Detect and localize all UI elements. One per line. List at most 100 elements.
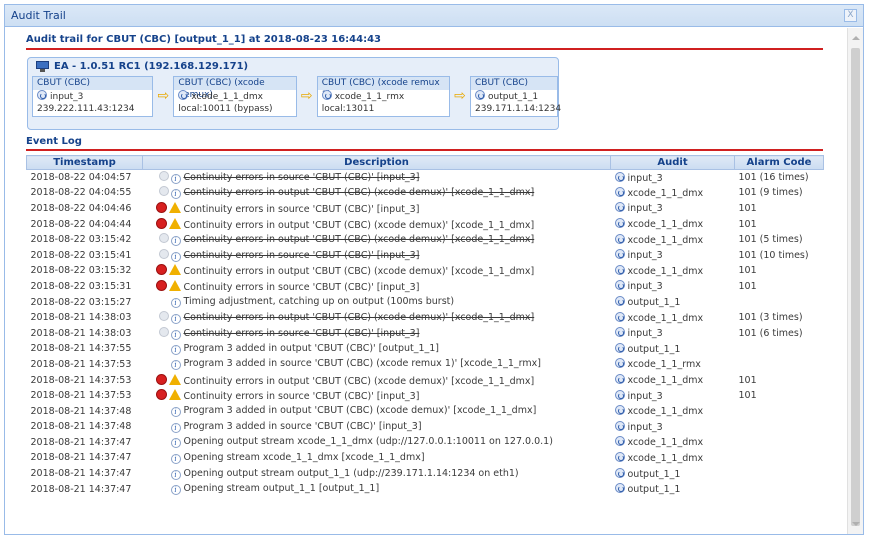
audit-link[interactable]: xcode_1_1_dmx [628, 235, 704, 246]
stream-node[interactable]: CBUT (CBC) (xcode remux 1) xcode_1_1_rmx… [316, 76, 451, 117]
audit-link[interactable]: input_3 [628, 250, 663, 261]
audit-link[interactable]: xcode_1_1_dmx [628, 453, 704, 464]
stream-icon [614, 358, 625, 369]
audit-cell[interactable]: input_3 [611, 201, 735, 217]
scrollbar-thumb[interactable] [851, 48, 860, 526]
description-text: Continuity errors in output 'CBUT (CBC) … [183, 312, 535, 324]
info-icon: i [170, 422, 181, 433]
alarm-code-cell: 101 (6 times) [738, 327, 803, 339]
audit-cell[interactable]: input_3 [611, 419, 735, 435]
audit-cell[interactable]: input_3 [611, 388, 735, 404]
description-cell: i Continuity errors in source 'CBUT (CBC)… [143, 247, 611, 263]
audit-cell[interactable]: input_3 [611, 170, 735, 186]
audit-cell[interactable]: xcode_1_1_rmx [611, 357, 735, 373]
audit-link[interactable]: xcode_1_1_dmx [628, 266, 704, 277]
server-label: EA - 1.0.51 RC1 (192.168.129.171) [54, 60, 249, 72]
audit-link[interactable]: input_3 [628, 328, 663, 339]
audit-cell[interactable]: xcode_1_1_dmx [611, 403, 735, 419]
table-row[interactable]: 2018-08-21 14:38:03 i Continuity errors in… [27, 310, 824, 326]
audit-link[interactable]: xcode_1_1_dmx [628, 437, 704, 448]
audit-link[interactable]: xcode_1_1_dmx [628, 188, 704, 199]
audit-cell[interactable]: input_3 [611, 247, 735, 263]
audit-cell[interactable]: xcode_1_1_dmx [611, 310, 735, 326]
table-row[interactable]: 2018-08-21 14:37:53 i Program 3 added in s… [27, 357, 824, 373]
vertical-scrollbar[interactable] [847, 28, 863, 534]
column-header-timestamp[interactable]: Timestamp [26, 155, 143, 170]
stream-icon [614, 389, 625, 400]
stream-icon [614, 420, 625, 431]
description-text: Continuity errors in source 'CBUT (CBC)'… [183, 391, 420, 403]
table-row[interactable]: 2018-08-21 14:37:48 i Program 3 added in o… [27, 403, 824, 419]
audit-heading: Audit trail for CBUT (CBC) [output_1_1] … [26, 34, 823, 50]
audit-link[interactable]: xcode_1_1_rmx [628, 359, 701, 370]
audit-cell[interactable]: input_3 [611, 279, 735, 295]
audit-link[interactable]: input_3 [628, 281, 663, 292]
timestamp-cell: 2018-08-21 14:37:53 [30, 390, 132, 402]
table-row[interactable]: 2018-08-21 14:37:47 i Opening output strea… [27, 466, 824, 482]
description-text: Opening output stream output_1_1 (udp://… [183, 467, 519, 479]
audit-cell[interactable]: xcode_1_1_dmx [611, 232, 735, 248]
table-row[interactable]: 2018-08-21 14:37:53 Continuity errors in … [27, 388, 824, 404]
table-row[interactable]: 2018-08-22 03:15:31 Continuity errors in … [27, 279, 824, 295]
table-row[interactable]: 2018-08-21 14:37:53 Continuity errors in … [27, 372, 824, 388]
audit-link[interactable]: xcode_1_1_dmx [628, 219, 704, 230]
timestamp-cell: 2018-08-21 14:37:53 [30, 374, 132, 386]
table-header-row: Timestamp Description Audit Alarm Code [26, 155, 824, 170]
timestamp-cell: 2018-08-21 14:37:48 [30, 405, 132, 417]
audit-link[interactable]: xcode_1_1_dmx [628, 406, 704, 417]
table-row[interactable]: 2018-08-22 03:15:41 i Continuity errors in… [27, 247, 824, 263]
description-text: Continuity errors in source 'CBUT (CBC)'… [183, 203, 420, 215]
table-row[interactable]: 2018-08-22 04:04:44 Continuity errors in … [27, 216, 824, 232]
column-header-audit[interactable]: Audit [610, 155, 735, 170]
scroll-up-arrow-icon[interactable] [852, 36, 860, 40]
audit-cell[interactable]: output_1_1 [611, 294, 735, 310]
table-row[interactable]: 2018-08-21 14:37:48 i Program 3 added in s… [27, 419, 824, 435]
stream-node[interactable]: CBUT (CBC) (xcode demux) xcode_1_1_dmx l… [173, 76, 297, 117]
close-button[interactable]: X [844, 9, 857, 22]
audit-link[interactable]: input_3 [628, 203, 663, 214]
table-row[interactable]: 2018-08-21 14:38:03 i Continuity errors in… [27, 325, 824, 341]
column-header-alarm-code[interactable]: Alarm Code [734, 155, 824, 170]
table-row[interactable]: 2018-08-21 14:37:55 i Program 3 added in o… [27, 341, 824, 357]
stream-node-name: xcode_1_1_rmx [334, 92, 405, 102]
table-row[interactable]: 2018-08-22 04:04:46 Continuity errors in … [27, 201, 824, 217]
table-row[interactable]: 2018-08-21 14:37:47 i Opening stream xcode… [27, 450, 824, 466]
stream-node[interactable]: CBUT (CBC) output_1_1 239.171.1.14:1234 [470, 76, 561, 117]
table-row[interactable]: 2018-08-22 03:15:32 Continuity errors in … [27, 263, 824, 279]
audit-link[interactable]: output_1_1 [628, 344, 681, 355]
audit-link[interactable]: output_1_1 [628, 297, 681, 308]
audit-cell[interactable]: xcode_1_1_dmx [611, 263, 735, 279]
audit-cell[interactable]: xcode_1_1_dmx [611, 216, 735, 232]
audit-link[interactable]: input_3 [628, 422, 663, 433]
table-row[interactable]: 2018-08-22 03:15:27 i Timing adjustment, c… [27, 294, 824, 310]
audit-cell[interactable]: output_1_1 [611, 466, 735, 482]
audit-cell[interactable]: xcode_1_1_dmx [611, 450, 735, 466]
table-row[interactable]: 2018-08-21 14:37:47 i Opening output strea… [27, 435, 824, 451]
audit-link[interactable]: output_1_1 [628, 469, 681, 480]
audit-cell[interactable]: output_1_1 [611, 341, 735, 357]
audit-link[interactable]: xcode_1_1_dmx [628, 313, 704, 324]
audit-link[interactable]: input_3 [628, 173, 663, 184]
alarm-code-cell [735, 341, 824, 357]
audit-cell[interactable]: output_1_1 [611, 481, 735, 497]
column-header-description[interactable]: Description [142, 155, 611, 170]
warning-icon [168, 389, 181, 401]
warning-icon [168, 264, 181, 276]
audit-cell[interactable]: xcode_1_1_dmx [611, 372, 735, 388]
audit-link[interactable]: output_1_1 [628, 484, 681, 495]
timestamp-cell: 2018-08-21 14:37:47 [30, 468, 132, 480]
table-row[interactable]: 2018-08-22 04:04:57 i Continuity errors in… [27, 170, 824, 186]
audit-cell[interactable]: input_3 [611, 325, 735, 341]
stream-icon [178, 90, 189, 100]
table-row[interactable]: 2018-08-22 04:04:55 i Continuity errors in… [27, 185, 824, 201]
stream-node[interactable]: CBUT (CBC) input_3 239.222.111.43:1234 [32, 76, 154, 117]
audit-cell[interactable]: xcode_1_1_dmx [611, 185, 735, 201]
alarm-code-cell [735, 403, 824, 419]
audit-cell[interactable]: xcode_1_1_dmx [611, 435, 735, 451]
table-row[interactable]: 2018-08-21 14:37:47 i Opening stream outpu… [27, 481, 824, 497]
scroll-down-arrow-icon[interactable] [852, 522, 860, 526]
audit-link[interactable]: xcode_1_1_dmx [628, 375, 704, 386]
audit-link[interactable]: input_3 [628, 391, 663, 402]
stream-icon [614, 171, 625, 182]
table-row[interactable]: 2018-08-22 03:15:42 i Continuity errors in… [27, 232, 824, 248]
